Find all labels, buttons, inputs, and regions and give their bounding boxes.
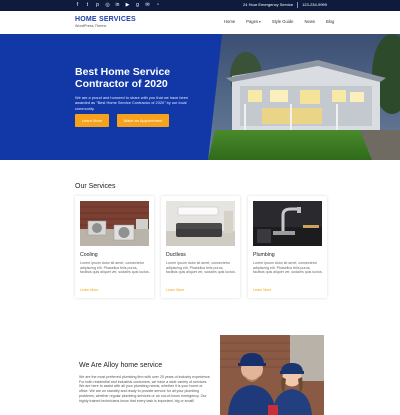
service-title: Ductless bbox=[166, 252, 186, 258]
email-icon[interactable]: ✉ bbox=[145, 2, 150, 8]
twitter-icon[interactable]: t bbox=[85, 2, 90, 8]
site-header: HOME SERVICES WordPress Theme Home Pages… bbox=[0, 11, 400, 34]
nav-item-pages-label: Pages bbox=[246, 19, 259, 24]
pinterest-icon[interactable]: p bbox=[95, 2, 100, 8]
linkedin-icon[interactable]: in bbox=[115, 2, 120, 8]
site-tagline: WordPress Theme bbox=[75, 24, 107, 28]
instagram-icon[interactable]: ◎ bbox=[105, 2, 110, 8]
site-logo[interactable]: HOME SERVICES WordPress Theme bbox=[75, 16, 136, 29]
service-description: Lorem ipsum dolor sit amet, consectetur … bbox=[166, 261, 236, 275]
phone-link[interactable]: 123-234-9999 bbox=[302, 2, 327, 8]
plumbing-image bbox=[253, 201, 322, 246]
youtube-icon[interactable]: ▶ bbox=[125, 2, 130, 8]
ductless-image bbox=[166, 201, 235, 246]
nav-item-style-guide[interactable]: Style Guide bbox=[272, 19, 294, 24]
service-title: Cooling bbox=[80, 252, 98, 258]
top-bar: f t p ◎ in ▶ g ✉ ◔ 24 Hour Emergency Ser… bbox=[0, 0, 400, 11]
about-text: We are the most preferred plumbing firm … bbox=[79, 375, 211, 403]
make-appointment-button[interactable]: Make an Appointment bbox=[117, 114, 169, 127]
service-learn-more-link[interactable]: Learn More bbox=[253, 288, 271, 292]
service-description: Lorem ipsum dolor sit amet, consectetur … bbox=[80, 261, 150, 275]
service-learn-more-link[interactable]: Learn More bbox=[166, 288, 184, 292]
services-heading: Our Services bbox=[75, 183, 116, 190]
nav-item-home[interactable]: Home bbox=[224, 19, 235, 24]
hero-description: We are a proud and honored to share with… bbox=[75, 95, 189, 111]
technicians-image bbox=[220, 335, 324, 415]
service-description: Lorem ipsum dolor sit amet, consectetur … bbox=[253, 261, 323, 275]
service-card-ductless[interactable]: Ductless Lorem ipsum dolor sit amet, con… bbox=[161, 196, 240, 298]
hero-banner: Best Home Service Contractor of 2020 We … bbox=[0, 34, 400, 160]
hero-content: Best Home Service Contractor of 2020 We … bbox=[75, 66, 220, 111]
nav-item-blog[interactable]: Blog bbox=[326, 19, 334, 24]
main-nav: Home Pages▾ Style Guide News Blog bbox=[224, 19, 334, 24]
service-title: Plumbing bbox=[253, 252, 275, 258]
service-learn-more-link[interactable]: Learn More bbox=[80, 288, 98, 292]
service-card-cooling[interactable]: Cooling Lorem ipsum dolor sit amet, cons… bbox=[75, 196, 154, 298]
learn-more-button[interactable]: Learn More bbox=[75, 114, 109, 127]
hero-title: Best Home Service Contractor of 2020 bbox=[75, 66, 171, 90]
cooling-image bbox=[80, 201, 149, 246]
site-title[interactable]: HOME SERVICES bbox=[75, 16, 136, 24]
hero-buttons: Learn More Make an Appointment bbox=[75, 114, 169, 127]
divider bbox=[297, 2, 299, 8]
nav-item-pages[interactable]: Pages▾ bbox=[246, 19, 261, 24]
topbar-contact: 24 Hour Emergency Service 123-234-9999 bbox=[243, 2, 327, 8]
emergency-text: 24 Hour Emergency Service bbox=[243, 2, 294, 7]
about-heading: We Are Alloy home service bbox=[79, 362, 163, 369]
google-plus-icon[interactable]: g bbox=[135, 2, 140, 8]
service-card-plumbing[interactable]: Plumbing Lorem ipsum dolor sit amet, con… bbox=[248, 196, 327, 298]
facebook-icon[interactable]: f bbox=[75, 2, 80, 8]
social-links: f t p ◎ in ▶ g ✉ ◔ bbox=[75, 2, 160, 8]
rss-icon[interactable]: ◔ bbox=[155, 2, 160, 8]
chevron-down-icon: ▾ bbox=[259, 20, 261, 24]
nav-item-news[interactable]: News bbox=[304, 19, 314, 24]
